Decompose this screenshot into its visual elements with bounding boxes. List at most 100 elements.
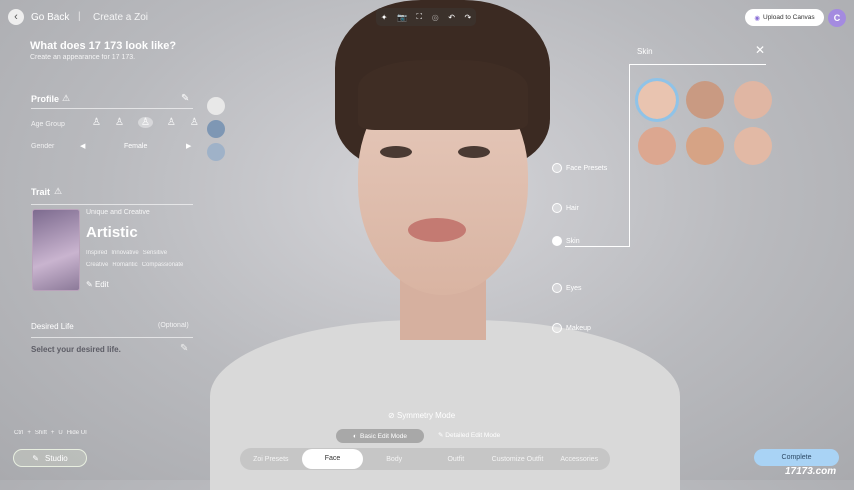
connector-line — [629, 64, 630, 247]
mode-label: Detailed Edit Mode — [445, 432, 501, 439]
divider — [31, 108, 193, 109]
desired-life-title: Desired Life — [31, 322, 74, 331]
skin-swatch[interactable] — [686, 81, 724, 119]
basic-edit-mode-button[interactable]: ◐ Basic Edit Mode — [336, 429, 424, 443]
age-group-label: Age Group — [31, 121, 65, 128]
character-eye — [458, 146, 490, 158]
shortcut-label: Hide UI — [66, 430, 87, 436]
upload-to-canvas-button[interactable]: ◉ Upload to Canvas — [745, 9, 824, 26]
go-back-link[interactable]: Go Back — [31, 12, 69, 23]
panel-border — [629, 64, 766, 65]
edit-desired-icon[interactable]: ✎ — [180, 343, 188, 354]
tab-accessories[interactable]: Accessories — [548, 456, 610, 463]
tab-outfit[interactable]: Outfit — [425, 456, 487, 463]
tab-zoi-presets[interactable]: Zoi Presets — [240, 456, 302, 463]
symmetry-label: Symmetry Mode — [396, 411, 456, 420]
focus-icon[interactable]: ⛶ — [417, 12, 423, 22]
skin-panel-title: Skin — [637, 47, 653, 56]
camera-toolbar: ✦ 📷 ⛶ ◎ ↶ ↷ — [376, 8, 476, 26]
trait-tags: Inspired Innovative Sensitive — [86, 250, 167, 256]
menu-label: Makeup — [566, 324, 591, 332]
skin-swatch[interactable] — [734, 127, 772, 165]
trait-tag: Sensitive — [142, 250, 168, 256]
key: Ctrl — [14, 430, 24, 436]
detailed-edit-mode-button[interactable]: ✎ Detailed Edit Mode — [438, 431, 500, 439]
warning-icon: ⚠ — [54, 186, 63, 196]
camera-icon[interactable]: 📷 — [397, 13, 407, 22]
skin-swatch[interactable] — [734, 81, 772, 119]
page-title: What does 17 173 look like? — [30, 40, 177, 52]
close-icon[interactable]: ✕ — [755, 43, 765, 57]
tab-customize-outfit[interactable]: Customize Outfit — [487, 456, 549, 463]
trait-tag: Romantic — [112, 262, 138, 268]
connector-line — [565, 246, 630, 247]
skin-swatch[interactable] — [635, 78, 679, 122]
outfit-top-thumb[interactable] — [207, 97, 225, 115]
trait-name: Artistic — [86, 224, 138, 241]
skin-swatch[interactable] — [686, 127, 724, 165]
trait-edit-button[interactable]: ✎ Edit — [86, 280, 109, 289]
age-child-icon[interactable]: ♙ — [115, 117, 124, 128]
menu-hair[interactable]: Hair — [552, 203, 579, 213]
mode-label: Basic Edit Mode — [359, 432, 407, 440]
desired-life-prompt[interactable]: Select your desired life. — [31, 345, 121, 354]
character-lips — [408, 218, 466, 242]
canvas-icon: ◉ — [754, 14, 760, 22]
edit-profile-icon[interactable]: ✎ — [181, 93, 189, 104]
menu-eyes[interactable]: Eyes — [552, 283, 582, 293]
age-group-selector[interactable]: ♙ ♙ ♙ ♙ ♙ — [92, 117, 199, 128]
brush-icon: ✎ — [32, 453, 39, 463]
gender-next-button[interactable]: ▶ — [186, 142, 191, 150]
age-infant-icon[interactable]: ♙ — [92, 117, 101, 128]
age-elder-icon[interactable]: ♙ — [190, 117, 199, 128]
back-button[interactable]: ‹ — [8, 9, 24, 25]
gender-label: Gender — [31, 143, 55, 150]
trait-tag: Compassionate — [141, 262, 184, 268]
user-avatar[interactable]: C — [828, 9, 846, 27]
trait-tags: Creative Romantic Compassionate — [86, 262, 183, 268]
gender-value: Female — [124, 143, 148, 150]
studio-label: Studio — [45, 453, 68, 463]
character-eye — [380, 146, 412, 158]
redo-icon[interactable]: ↷ — [464, 13, 471, 22]
key: Shift — [34, 430, 47, 436]
trait-card-image[interactable] — [32, 209, 80, 291]
symmetry-icon: ⊘ — [388, 411, 397, 420]
outfit-bottom-thumb[interactable] — [207, 120, 225, 138]
outfit-shoes-thumb[interactable] — [207, 143, 225, 161]
menu-skin[interactable]: Skin — [552, 236, 580, 246]
warning-icon: ⚠ — [62, 93, 71, 103]
skin-swatch[interactable] — [638, 127, 676, 165]
studio-button[interactable]: ✎ Studio — [13, 449, 87, 467]
reset-icon[interactable]: ◎ — [432, 13, 439, 22]
skin-swatch-grid — [635, 78, 772, 165]
edit-label: Edit — [94, 280, 109, 289]
menu-makeup[interactable]: Makeup — [552, 323, 591, 333]
divider — [31, 337, 193, 338]
undo-icon[interactable]: ↶ — [448, 13, 455, 22]
age-middle-icon[interactable]: ♙ — [167, 117, 176, 128]
trait-title: Trait — [31, 187, 51, 197]
key: U — [58, 430, 63, 436]
menu-face-presets[interactable]: Face Presets — [552, 163, 607, 173]
hide-ui-shortcut: Ctrl + Shift + U Hide UI — [14, 430, 87, 436]
complete-button[interactable]: Complete — [754, 449, 839, 466]
upload-label: Upload to Canvas — [763, 14, 815, 21]
menu-label: Face Presets — [566, 164, 608, 172]
tab-face[interactable]: Face — [301, 449, 364, 469]
optional-label: (Optional) — [158, 322, 189, 329]
breadcrumb: Create a Zoi — [93, 12, 149, 23]
menu-label: Hair — [566, 204, 579, 212]
trait-tag: Creative — [86, 262, 109, 268]
gender-prev-button[interactable]: ◀ — [80, 142, 85, 150]
trait-tag: Innovative — [111, 250, 139, 256]
basic-mode-icon: ◐ — [353, 432, 357, 440]
trait-category: Unique and Creative — [86, 209, 150, 216]
watermark: 17173.com — [785, 466, 837, 477]
pose-icon[interactable]: ✦ — [381, 13, 388, 22]
symmetry-mode-toggle[interactable]: ⊘ Symmetry Mode — [388, 411, 455, 420]
tab-body[interactable]: Body — [363, 456, 425, 463]
age-adult-icon[interactable]: ♙ — [137, 117, 153, 128]
menu-label: Skin — [566, 237, 580, 245]
category-tabs: Zoi Presets Face Body Outfit Customize O… — [240, 448, 610, 470]
